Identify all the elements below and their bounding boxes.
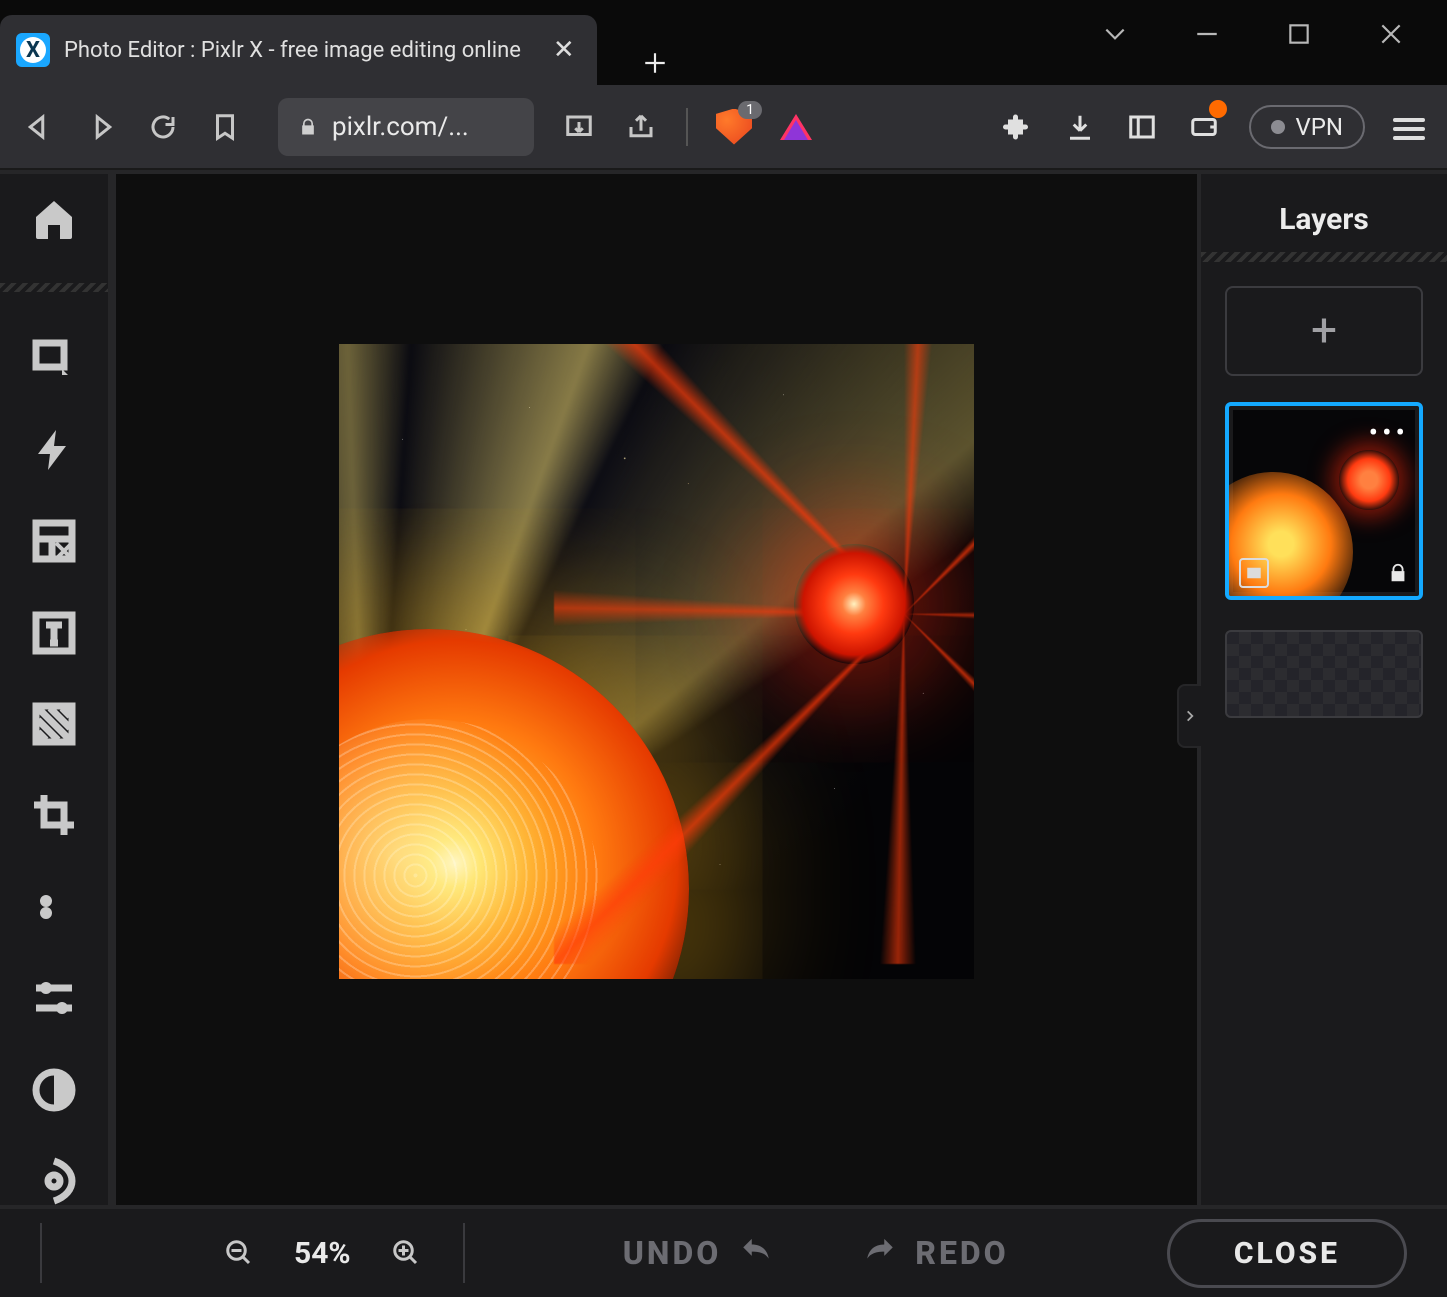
vpn-label: VPN xyxy=(1295,113,1343,141)
window-minimize-icon[interactable] xyxy=(1191,18,1223,50)
canvas-image-redstar-rays xyxy=(554,344,974,964)
ai-tool-icon[interactable] xyxy=(25,425,83,474)
redo-icon xyxy=(863,1236,897,1270)
sidebar-toggle-icon[interactable] xyxy=(1125,110,1159,144)
window-titlebar: X Photo Editor : Pixlr X - free image ed… xyxy=(0,0,1447,85)
notification-dot-icon xyxy=(1209,100,1227,118)
wallet-button[interactable] xyxy=(1187,110,1221,144)
tab-search-icon[interactable] xyxy=(1099,18,1131,50)
text-tool-icon[interactable] xyxy=(25,608,83,657)
nav-forward-icon[interactable] xyxy=(84,110,118,144)
close-label: CLOSE xyxy=(1234,1236,1340,1271)
panel-collapse-button[interactable] xyxy=(1177,684,1201,748)
window-maximize-icon[interactable] xyxy=(1283,18,1315,50)
canvas-area[interactable]: 512 x 512 px @ 54% xyxy=(108,170,1197,1297)
separator xyxy=(463,1223,465,1283)
close-button[interactable]: CLOSE xyxy=(1167,1219,1407,1288)
zoom-controls: 54% xyxy=(222,1236,423,1271)
adjust-tool-icon[interactable] xyxy=(25,974,83,1023)
address-bar[interactable]: pixlr.com/... xyxy=(278,98,534,156)
brave-rewards-icon[interactable] xyxy=(780,114,812,140)
filter-tool-icon[interactable] xyxy=(25,1065,83,1114)
separator xyxy=(40,1223,42,1283)
layer-item-empty[interactable] xyxy=(1225,630,1423,718)
zoom-value[interactable]: 54% xyxy=(294,1236,351,1271)
share-icon[interactable] xyxy=(624,110,658,144)
cutout-tool-icon[interactable] xyxy=(25,882,83,931)
crop-tool-icon[interactable] xyxy=(25,791,83,840)
undo-icon xyxy=(739,1236,773,1270)
vpn-button[interactable]: VPN xyxy=(1249,105,1365,149)
redo-button[interactable]: REDO xyxy=(863,1234,1008,1272)
brave-shield-icon[interactable]: 1 xyxy=(716,109,752,145)
tab-strip: X Photo Editor : Pixlr X - free image ed… xyxy=(0,0,677,85)
bottom-bar: 54% UNDO REDO CLOSE xyxy=(0,1205,1447,1297)
rail-divider xyxy=(0,283,108,292)
layout-tool-icon[interactable] xyxy=(25,517,83,566)
tool-rail xyxy=(0,170,108,1297)
bookmark-icon[interactable] xyxy=(208,110,242,144)
layers-panel: Layers + ••• xyxy=(1197,170,1447,1297)
panel-divider xyxy=(1201,252,1447,262)
layer-type-image-icon xyxy=(1239,558,1269,588)
layers-panel-title: Layers xyxy=(1279,202,1369,237)
pixlr-favicon: X xyxy=(16,33,50,67)
shield-count: 1 xyxy=(738,101,762,119)
fill-tool-icon[interactable] xyxy=(25,699,83,748)
layer-item-selected[interactable]: ••• xyxy=(1225,402,1423,600)
nav-back-icon[interactable] xyxy=(22,110,56,144)
lock-icon xyxy=(298,115,318,139)
install-app-icon[interactable] xyxy=(562,110,596,144)
separator xyxy=(686,108,688,146)
vpn-status-dot-icon xyxy=(1271,120,1285,134)
canvas[interactable] xyxy=(339,344,974,979)
browser-toolbar: pixlr.com/... 1 VPN xyxy=(0,85,1447,170)
extensions-icon[interactable] xyxy=(1001,110,1035,144)
browser-menu-icon[interactable] xyxy=(1393,113,1425,141)
tab-title: Photo Editor : Pixlr X - free image edit… xyxy=(64,38,521,63)
layer-options-icon[interactable]: ••• xyxy=(1369,416,1409,449)
tab-close-icon[interactable]: ✕ xyxy=(553,35,575,65)
undo-label: UNDO xyxy=(623,1234,722,1272)
app-body: 512 x 512 px @ 54% Layers + ••• xyxy=(0,170,1447,1297)
window-close-icon[interactable] xyxy=(1375,18,1407,50)
add-layer-button[interactable]: + xyxy=(1225,286,1423,376)
zoom-in-icon[interactable] xyxy=(389,1236,423,1270)
liquify-tool-icon[interactable] xyxy=(25,1156,83,1205)
address-text: pixlr.com/... xyxy=(332,112,469,142)
home-icon[interactable] xyxy=(25,194,83,243)
browser-tab[interactable]: X Photo Editor : Pixlr X - free image ed… xyxy=(0,15,597,85)
redo-label: REDO xyxy=(915,1234,1008,1272)
reload-icon[interactable] xyxy=(146,110,180,144)
window-controls xyxy=(1099,0,1447,50)
canvas-image-redstar xyxy=(794,544,914,664)
arrange-tool-icon[interactable] xyxy=(25,334,83,383)
layer-lock-icon[interactable] xyxy=(1387,562,1409,588)
downloads-icon[interactable] xyxy=(1063,110,1097,144)
new-tab-button[interactable] xyxy=(633,41,677,85)
zoom-out-icon[interactable] xyxy=(222,1236,256,1270)
undo-button[interactable]: UNDO xyxy=(623,1234,774,1272)
